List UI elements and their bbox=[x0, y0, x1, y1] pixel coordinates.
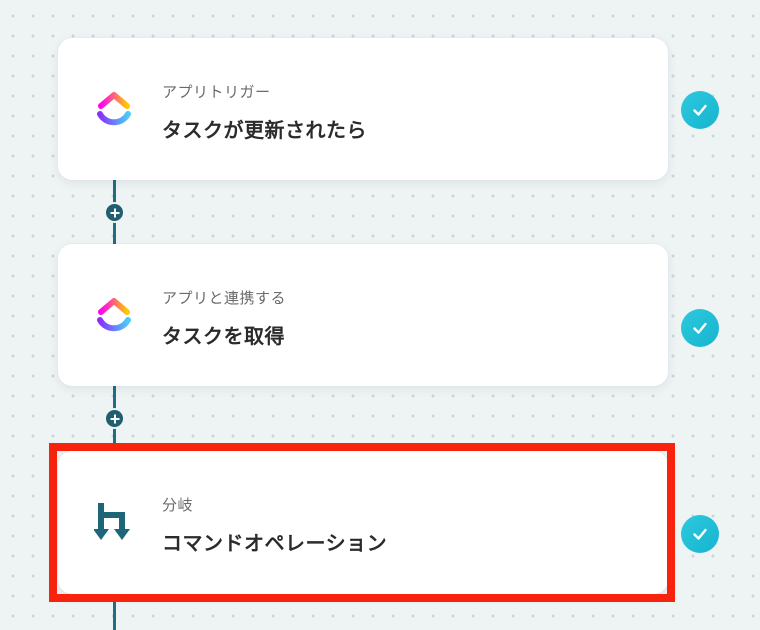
clickup-logo-icon bbox=[94, 87, 134, 131]
step-completed-check-icon bbox=[681, 515, 719, 553]
flow-step-card-trigger[interactable]: アプリトリガー タスクが更新されたら bbox=[58, 38, 668, 180]
selected-step-highlight bbox=[49, 443, 675, 602]
step-title: タスクを取得 bbox=[162, 324, 285, 348]
add-step-button[interactable] bbox=[104, 202, 125, 223]
workflow-canvas: アプリトリガー タスクが更新されたら アプリと連携する タスクを取得 分岐 コマ… bbox=[0, 0, 760, 630]
step-type-label: アプリトリガー bbox=[162, 83, 271, 101]
step-title: タスクが更新されたら bbox=[162, 118, 367, 142]
clickup-logo-icon bbox=[94, 293, 134, 337]
step-type-label: アプリと連携する bbox=[162, 289, 287, 307]
step-completed-check-icon bbox=[681, 91, 719, 129]
flow-connector-line bbox=[113, 600, 116, 630]
step-completed-check-icon bbox=[681, 309, 719, 347]
flow-step-card-app-action[interactable]: アプリと連携する タスクを取得 bbox=[58, 244, 668, 386]
add-step-button[interactable] bbox=[104, 408, 125, 429]
